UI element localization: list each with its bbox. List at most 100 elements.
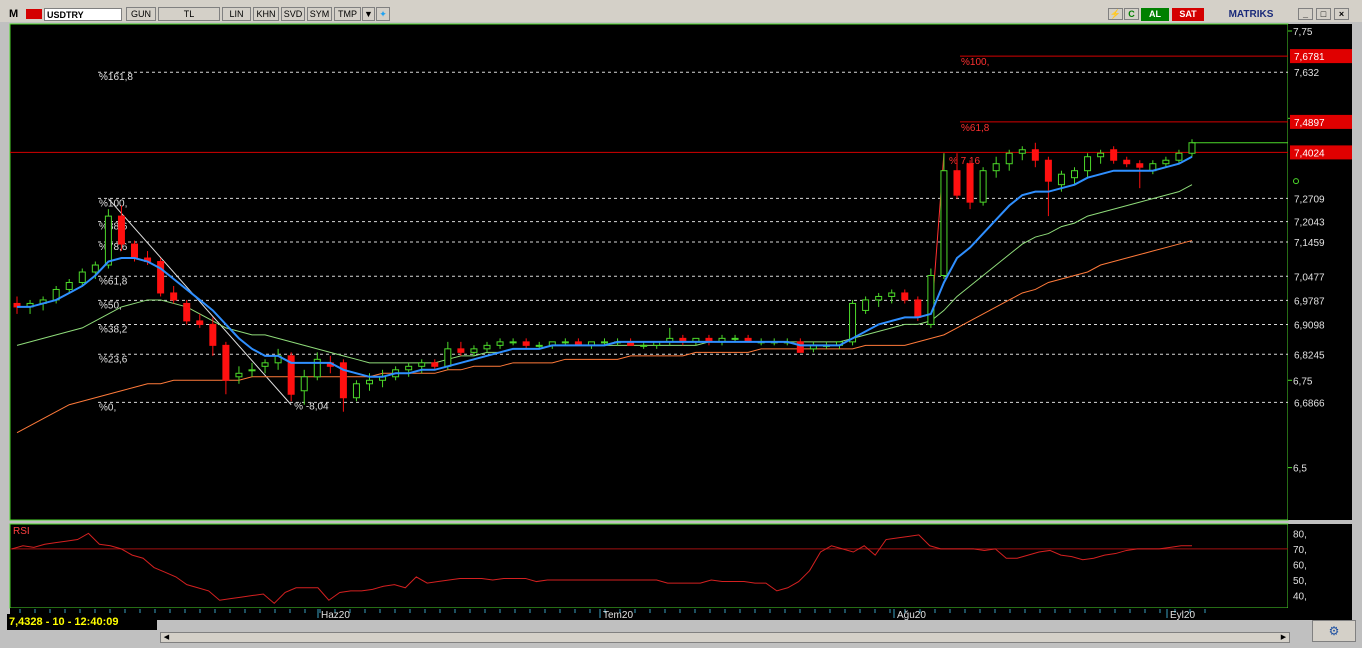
candle-body <box>196 320 204 325</box>
candle-body <box>91 264 99 273</box>
toolbar-button-svd[interactable]: SVD <box>281 7 305 21</box>
price-label: 6,9098 <box>1294 320 1325 331</box>
minimize-button[interactable]: _ <box>1298 8 1313 20</box>
price-label: 7,2709 <box>1294 194 1325 205</box>
toolbar-button-lin[interactable]: LIN <box>222 7 251 21</box>
candle-body <box>966 163 974 203</box>
candle-body <box>235 372 243 378</box>
candle-body <box>522 341 530 346</box>
sell-button[interactable]: SAT <box>1172 8 1204 21</box>
price-label: 7,0477 <box>1294 272 1325 283</box>
candle-body <box>170 292 178 301</box>
candle-body <box>561 341 569 344</box>
candle-body <box>78 271 86 283</box>
candle-body <box>509 341 517 344</box>
candle-body <box>65 281 73 290</box>
candle-body <box>940 170 948 276</box>
fib-label: %38,2 <box>99 324 128 335</box>
candle-body <box>796 341 804 353</box>
settings-icon[interactable]: ⚙ <box>1312 620 1356 642</box>
toolbar-button-sym[interactable]: SYM <box>307 7 332 21</box>
candle-body <box>888 292 896 297</box>
price-label: 7,4897 <box>1294 118 1325 129</box>
candle-body <box>457 348 465 353</box>
candle-body <box>483 344 491 350</box>
fib-label: %161,8 <box>99 72 133 83</box>
rsi-tick-label: 40, <box>1293 592 1307 603</box>
price-readout: 7,4328 - 10 - 12:40:09 <box>7 614 157 630</box>
toolbar-button-tmp[interactable]: TMP <box>334 7 361 21</box>
toolbar-button-gun[interactable]: GUN <box>126 7 156 21</box>
rsi-label: RSI <box>13 526 30 537</box>
y-tick-label: 6,5 <box>1293 464 1307 475</box>
price-label: 6,9787 <box>1294 296 1325 307</box>
candle-body <box>209 323 217 346</box>
candle-body <box>431 362 439 367</box>
x-tick-label: Haz20 <box>321 610 350 620</box>
candle-body <box>1018 149 1026 154</box>
candle-body <box>1162 159 1170 165</box>
candle-body <box>496 341 504 346</box>
candle-body <box>300 376 308 392</box>
maximize-button[interactable]: □ <box>1316 8 1331 20</box>
time-axis <box>10 608 1352 620</box>
price-label: 7,6781 <box>1294 52 1325 63</box>
ref-label: %100, <box>961 57 989 68</box>
symbol-input[interactable]: USDTRY <box>44 8 122 21</box>
fib-label: %61,8 <box>99 276 128 287</box>
flag-icon <box>26 9 42 19</box>
candle-body <box>104 215 112 266</box>
toolbar-button-tl[interactable]: TL <box>158 7 220 21</box>
twitter-icon[interactable]: ✦ <box>376 7 390 21</box>
candle-body <box>1084 156 1092 172</box>
y-tick-label: 7,75 <box>1293 27 1313 38</box>
candle-body <box>1071 170 1078 179</box>
candle-body <box>1031 149 1039 161</box>
candle-body <box>927 274 935 325</box>
candle-body <box>183 302 191 322</box>
x-tick-label: Ağu20 <box>897 610 926 620</box>
candle-body <box>849 302 857 343</box>
candle-body <box>1005 152 1013 165</box>
price-label: 7,1459 <box>1294 238 1325 249</box>
candle-body <box>875 295 883 301</box>
rsi-tick-label: 60, <box>1293 560 1307 571</box>
candle-body <box>261 362 269 367</box>
candle-body <box>1136 163 1144 168</box>
candle-body <box>405 365 413 371</box>
chevron-down-icon[interactable]: ▼ <box>362 7 375 21</box>
candle-body <box>901 292 909 301</box>
x-tick-label: Eyl20 <box>1170 610 1195 620</box>
matriks-logo-icon: M <box>9 8 19 20</box>
candle-body <box>1123 159 1131 165</box>
candle-body <box>248 369 256 372</box>
price-label: 7,4024 <box>1294 148 1325 159</box>
candle-body <box>953 170 961 196</box>
scroll-right-icon[interactable]: ▶ <box>1278 633 1289 642</box>
fib-label: %23,6 <box>99 354 128 365</box>
rsi-tick-label: 70, <box>1293 545 1307 556</box>
horizontal-scrollbar[interactable]: ◀ ▶ <box>160 632 1290 643</box>
price-label: 7,632 <box>1294 68 1319 79</box>
candle-body <box>117 215 125 245</box>
price-label: 7,2043 <box>1294 218 1325 229</box>
scroll-left-icon[interactable]: ◀ <box>161 633 172 642</box>
refresh-icon[interactable]: C <box>1124 8 1139 20</box>
candle-body <box>979 170 987 203</box>
toolbar: M USDTRY GUN TL LIN KHN SVD SYM TMP ▼ ✦ ⚡ C AL… <box>0 0 1362 23</box>
candle-body <box>1175 152 1183 161</box>
candle-body <box>366 379 373 385</box>
lightning-icon[interactable]: ⚡ <box>1108 8 1123 20</box>
candle-body <box>601 341 608 344</box>
price-label: 6,8245 <box>1294 350 1325 361</box>
price-label: 6,6866 <box>1294 398 1325 409</box>
candle-body <box>222 344 230 381</box>
candle-body <box>535 344 543 347</box>
candle-body <box>640 344 648 347</box>
toolbar-button-khn[interactable]: KHN <box>253 7 279 21</box>
price-chart[interactable]: %161,8%100,%88,6%78,6%61,8%50,%38,2%23,6… <box>0 22 1362 620</box>
candle-body <box>1097 152 1105 158</box>
close-button[interactable]: × <box>1334 8 1349 20</box>
buy-button[interactable]: AL <box>1141 8 1169 21</box>
main-plot-area <box>9 23 1289 521</box>
